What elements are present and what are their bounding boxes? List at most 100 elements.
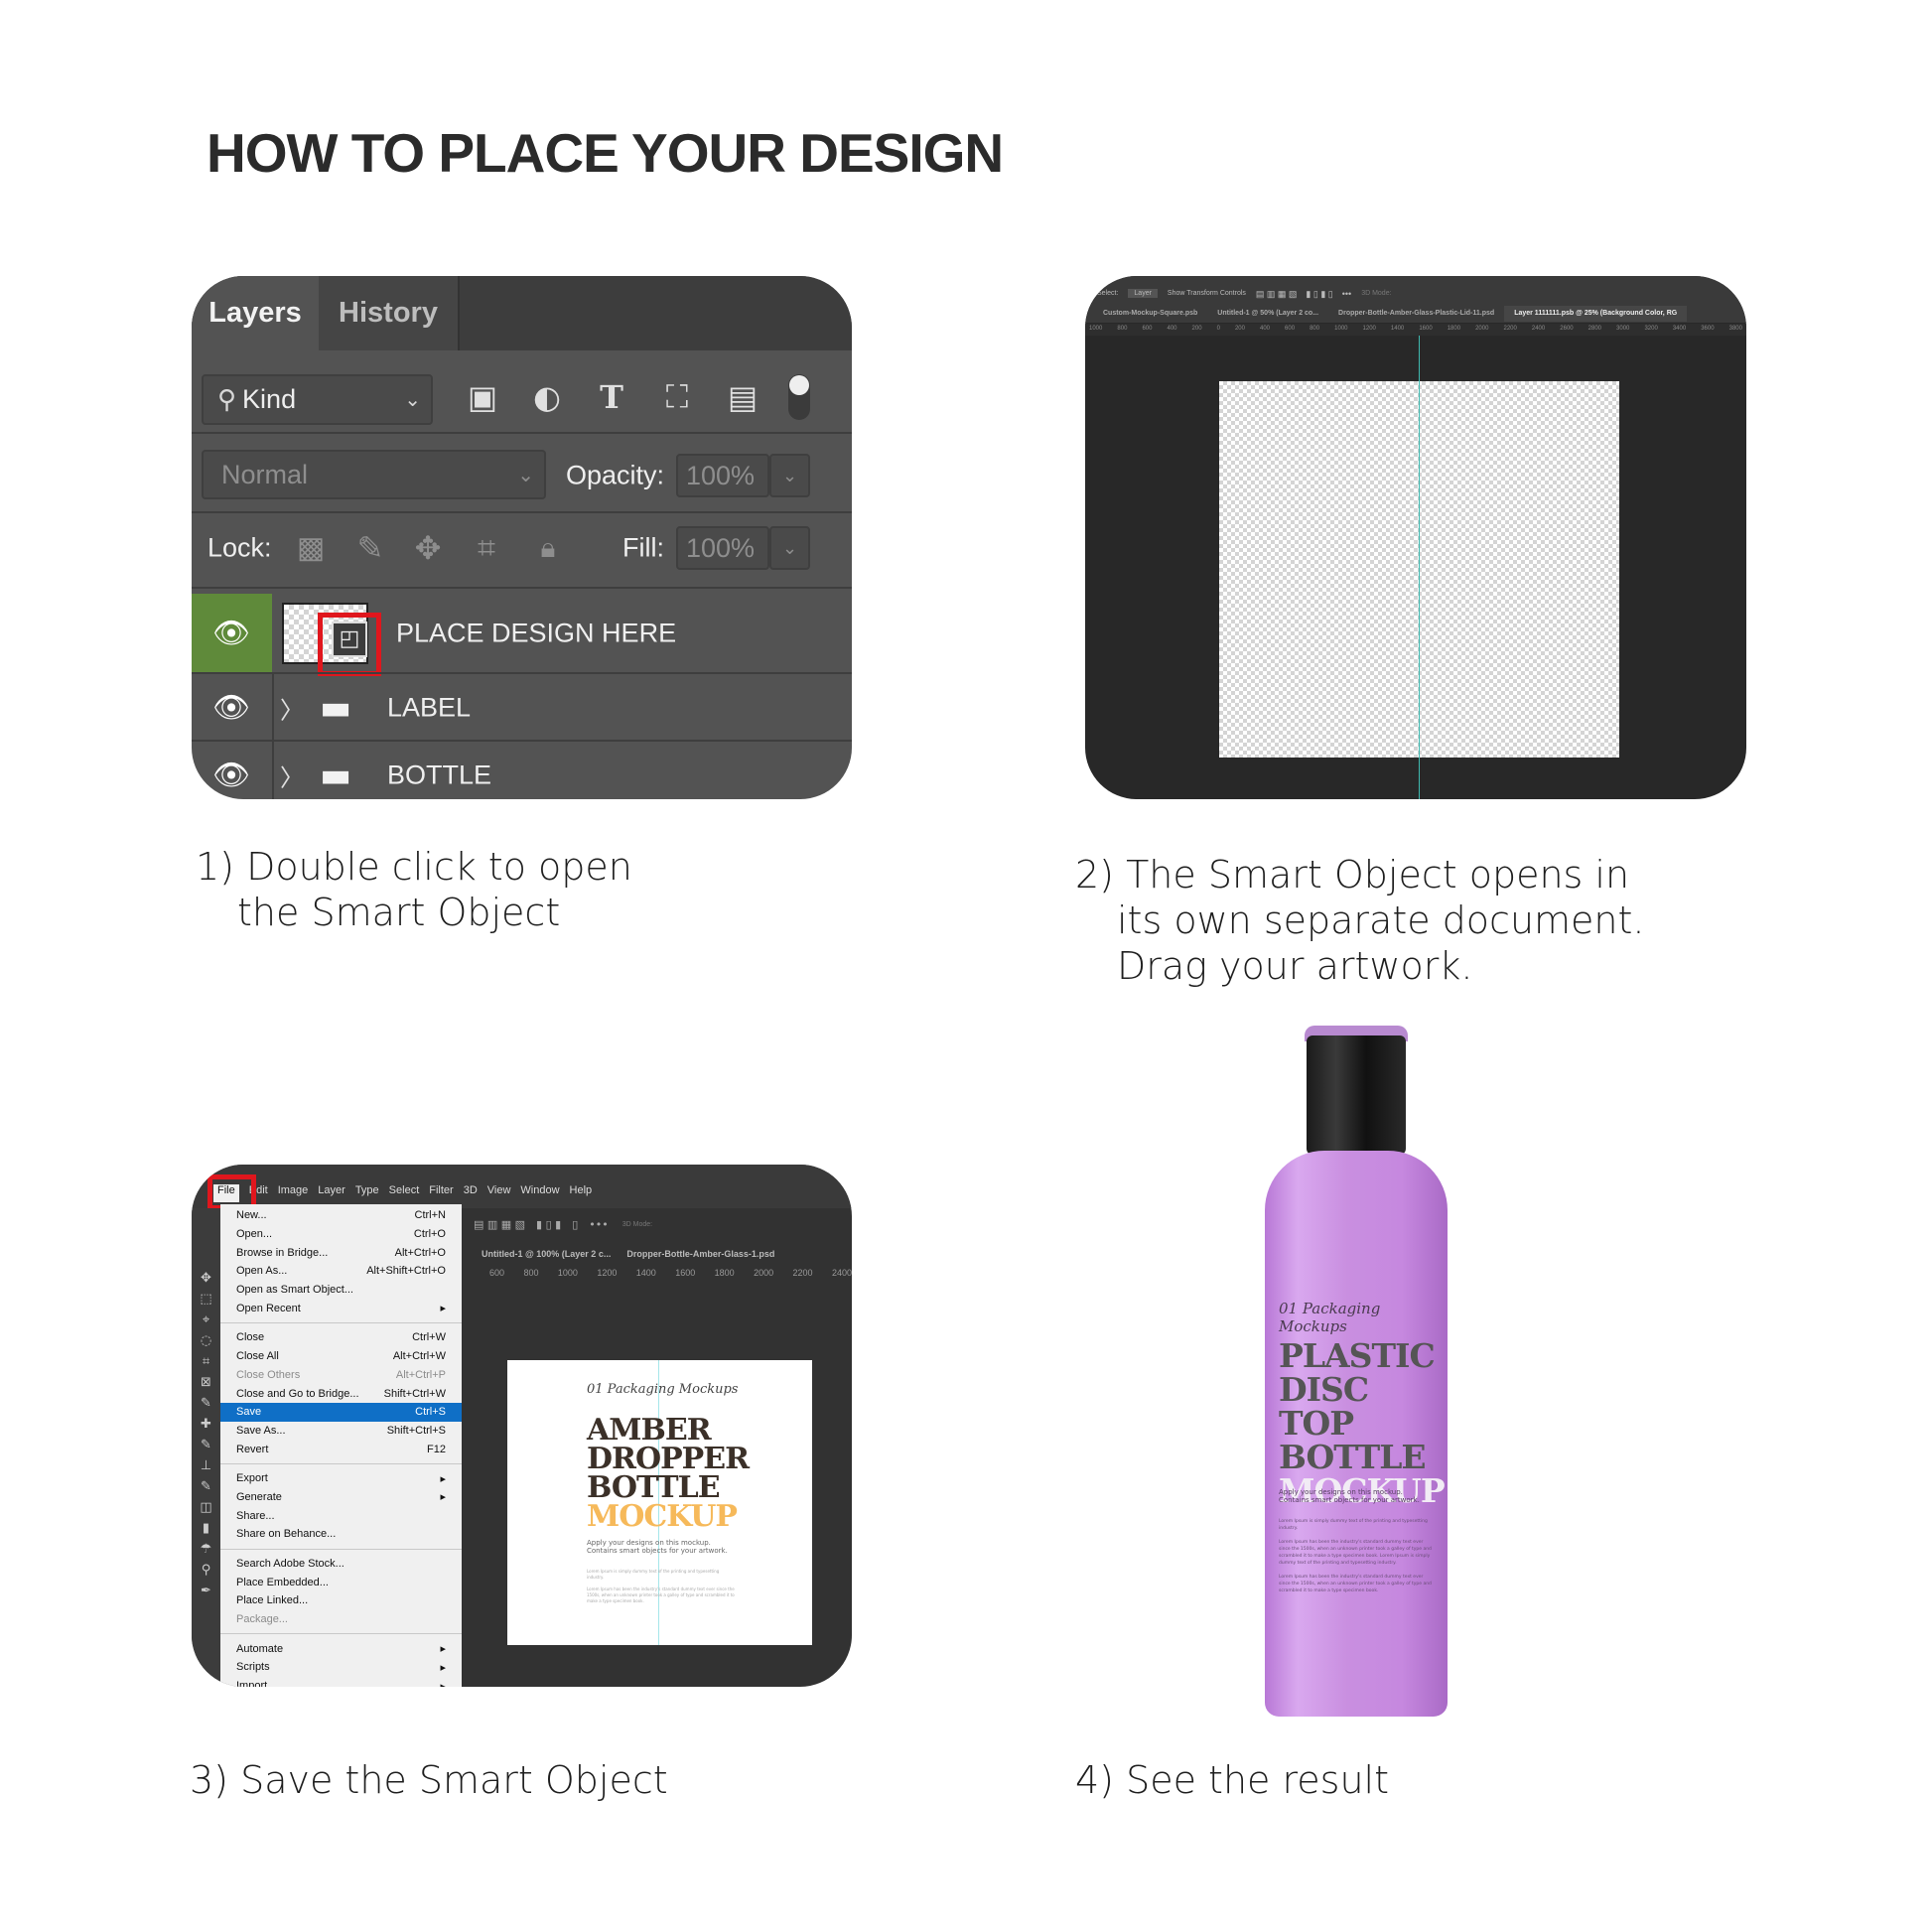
lock-artboard-icon[interactable]: ⌗: [478, 529, 495, 568]
menu-item-place-embedded[interactable]: Place Embedded...: [220, 1573, 462, 1591]
tools-toolbar[interactable]: ✥ ⬚ ⌖ ◌ ⌗ ⊠ ✎ ✚ ✎ ⊥ ✎ ◫ ▮ ☂ ⚲ ✒: [192, 1208, 220, 1687]
guide-line[interactable]: [1419, 336, 1420, 799]
auto-select-target-dropdown[interactable]: Layer: [1128, 288, 1158, 298]
lock-transparent-icon[interactable]: ▩: [297, 531, 325, 566]
file-menu-dropdown: New... Ctrl+N Open... Ctrl+O Browse in Bridg…: [220, 1204, 462, 1687]
adjustment-icon[interactable]: ◐: [533, 378, 561, 416]
eye-icon[interactable]: 👁︎: [212, 691, 250, 726]
menu-bar: File Edit Image Layer Type Select Filter 3D View…: [213, 1184, 592, 1202]
menu-item-generate[interactable]: Generate ▸: [220, 1488, 462, 1507]
menu-view[interactable]: View: [487, 1184, 511, 1202]
eye-icon[interactable]: 👁︎: [212, 759, 250, 793]
menu-item-label: Save As...: [236, 1424, 286, 1437]
menu-item-import[interactable]: Import ▸: [220, 1677, 462, 1687]
show-transform-checkbox[interactable]: Show Transform Controls: [1168, 290, 1246, 297]
menu-item-label: Automate: [236, 1642, 284, 1655]
chevron-right-icon[interactable]: 〉: [280, 759, 304, 793]
ruler-tick-label: 1200: [1362, 326, 1376, 332]
menu-window[interactable]: Window: [520, 1184, 559, 1202]
menu-item-close-all[interactable]: Close All Alt+Ctrl+W: [220, 1347, 462, 1366]
menu-item-revert[interactable]: Revert F12: [220, 1440, 462, 1458]
blend-mode-value: Normal: [221, 459, 309, 489]
menu-item-close-and-go-to-bridge[interactable]: Close and Go to Bridge... Shift+Ctrl+W: [220, 1384, 462, 1403]
blend-mode-dropdown[interactable]: Normal ⌄: [202, 450, 546, 499]
doc-tab-active[interactable]: Layer 1111111.psb @ 25% (Background Colo…: [1504, 306, 1688, 322]
align-icons[interactable]: ▤ ▥ ▦ ▧ ▮ ▯ ▮ ▯ •••: [474, 1216, 609, 1232]
ruler-tick-label: 2600: [1560, 326, 1574, 332]
menu-item-save[interactable]: Save Ctrl+S: [220, 1402, 462, 1422]
menu-item-label: New...: [236, 1209, 267, 1222]
layer-row-bottle[interactable]: 👁︎ 〉 ▬ BOTTLE: [192, 742, 852, 799]
menu-item-open-as-smart-object[interactable]: Open as Smart Object...: [220, 1281, 462, 1300]
ruler-tick-label: 600: [1142, 326, 1153, 332]
menu-item-open[interactable]: Open... Ctrl+O: [220, 1225, 462, 1244]
doc-tab[interactable]: Dropper-Bottle-Amber-Glass-1.psd: [626, 1249, 774, 1259]
menu-item-export[interactable]: Export ▸: [220, 1469, 462, 1488]
menu-item-shortcut: Shift+Ctrl+S: [386, 1424, 446, 1437]
artwork-canvas[interactable]: 01 Packaging Mockups AMBER DROPPER BOTTL…: [507, 1360, 812, 1645]
menu-image[interactable]: Image: [278, 1184, 309, 1202]
fill-input[interactable]: 100%: [676, 526, 769, 570]
ruler-tick-label: 1400: [1390, 326, 1405, 332]
visibility-toggle[interactable]: 👁︎: [192, 594, 272, 672]
menu-item-new[interactable]: New... Ctrl+N: [220, 1206, 462, 1225]
file-menu-screenshot: File Edit Image Layer Type Select Filter 3D View…: [192, 1165, 852, 1687]
menu-item-close-others[interactable]: Close Others Alt+Ctrl+P: [220, 1366, 462, 1385]
menu-type[interactable]: Type: [355, 1184, 379, 1202]
ruler-tick-label: 2000: [754, 1268, 774, 1278]
menu-filter[interactable]: Filter: [429, 1184, 453, 1202]
menu-item-package[interactable]: Package...: [220, 1610, 462, 1629]
image-icon[interactable]: ▣: [468, 378, 497, 416]
doc-tab[interactable]: Custom-Mockup-Square.psb: [1085, 306, 1207, 322]
menu-item-share[interactable]: Share...: [220, 1506, 462, 1525]
menu-item-label: Save: [236, 1406, 262, 1419]
panel-tabs: Layers History: [192, 276, 852, 350]
menu-help[interactable]: Help: [570, 1184, 593, 1202]
layer-row-label[interactable]: 👁︎ 〉 ▬ LABEL: [192, 674, 852, 740]
ruler-tick-label: 800: [1117, 326, 1128, 332]
options-bar: Select: Layer Show Transform Controls ▤ …: [1085, 284, 1746, 302]
menu-item-share-on-behance[interactable]: Share on Behance...: [220, 1525, 462, 1544]
options-bar[interactable]: ▤ ▥ ▦ ▧ ▮ ▯ ▮ ▯ ••• 3D Mode:: [462, 1208, 852, 1240]
menu-item-close[interactable]: Close Ctrl+W: [220, 1328, 462, 1347]
artwork-headline: AMBER DROPPER BOTTLE MOCKUP: [587, 1413, 750, 1534]
lock-all-icon[interactable]: 🔒︎: [541, 531, 556, 565]
kind-filter-dropdown[interactable]: ⚲ Kind ⌄: [202, 374, 433, 425]
toggle-icon[interactable]: [788, 374, 810, 420]
menu-item-open-recent[interactable]: Open Recent ▸: [220, 1299, 462, 1317]
menu-item-label: Open As...: [236, 1265, 288, 1278]
layer-name: BOTTLE: [387, 759, 492, 790]
menu-select[interactable]: Select: [389, 1184, 420, 1202]
opacity-slider-toggle[interactable]: ⌄: [769, 454, 810, 497]
transform-icon[interactable]: ⛶: [666, 378, 688, 417]
menu-item-search-adobe-stock[interactable]: Search Adobe Stock...: [220, 1555, 462, 1574]
fill-slider-toggle[interactable]: ⌄: [769, 526, 810, 570]
menu-item-browse-in-bridge[interactable]: Browse in Bridge... Alt+Ctrl+O: [220, 1243, 462, 1262]
layer-name: PLACE DESIGN HERE: [396, 618, 677, 648]
doc-tab[interactable]: Untitled-1 @ 100% (Layer 2 c...: [482, 1249, 611, 1259]
doc-tab[interactable]: Untitled-1 @ 50% (Layer 2 co...: [1207, 306, 1328, 322]
smart-object-icon[interactable]: ▤: [728, 378, 758, 416]
doc-tab[interactable]: Dropper-Bottle-Amber-Glass-Plastic-Lid-1…: [1328, 306, 1504, 322]
menu-layer[interactable]: Layer: [318, 1184, 345, 1202]
menu-item-place-linked[interactable]: Place Linked...: [220, 1591, 462, 1610]
menu-item-automate[interactable]: Automate ▸: [220, 1639, 462, 1658]
tab-history[interactable]: History: [319, 276, 460, 350]
opacity-input[interactable]: 100%: [676, 454, 769, 497]
lock-move-icon[interactable]: ✥: [415, 529, 442, 567]
chevron-down-icon: ⌄: [517, 464, 534, 486]
chevron-right-icon[interactable]: 〉: [280, 691, 304, 726]
lock-paint-icon[interactable]: ✎: [357, 529, 384, 567]
tab-layers[interactable]: Layers: [192, 276, 319, 350]
layers-panel-screenshot: Layers History ⚲ Kind ⌄ ▣ ◐ T ⛶ ▤ Normal…: [192, 276, 852, 799]
menu-item-label: Export: [236, 1472, 268, 1485]
step-3-caption: 3) Save the Smart Object: [190, 1758, 668, 1802]
menu-item-scripts[interactable]: Scripts ▸: [220, 1658, 462, 1677]
menu-item-open-as[interactable]: Open As... Alt+Shift+Ctrl+O: [220, 1262, 462, 1281]
menu-item-save-as[interactable]: Save As... Shift+Ctrl+S: [220, 1422, 462, 1441]
bottle-cap: [1307, 1035, 1406, 1155]
layer-row-place-design-here[interactable]: 👁︎ ◰ PLACE DESIGN HERE: [192, 594, 852, 676]
menu-3d[interactable]: 3D: [464, 1184, 478, 1202]
align-icons[interactable]: ▤ ▥ ▦ ▧ ▮ ▯ ▮ ▯ •••: [1256, 287, 1351, 300]
type-icon[interactable]: T: [600, 378, 623, 416]
